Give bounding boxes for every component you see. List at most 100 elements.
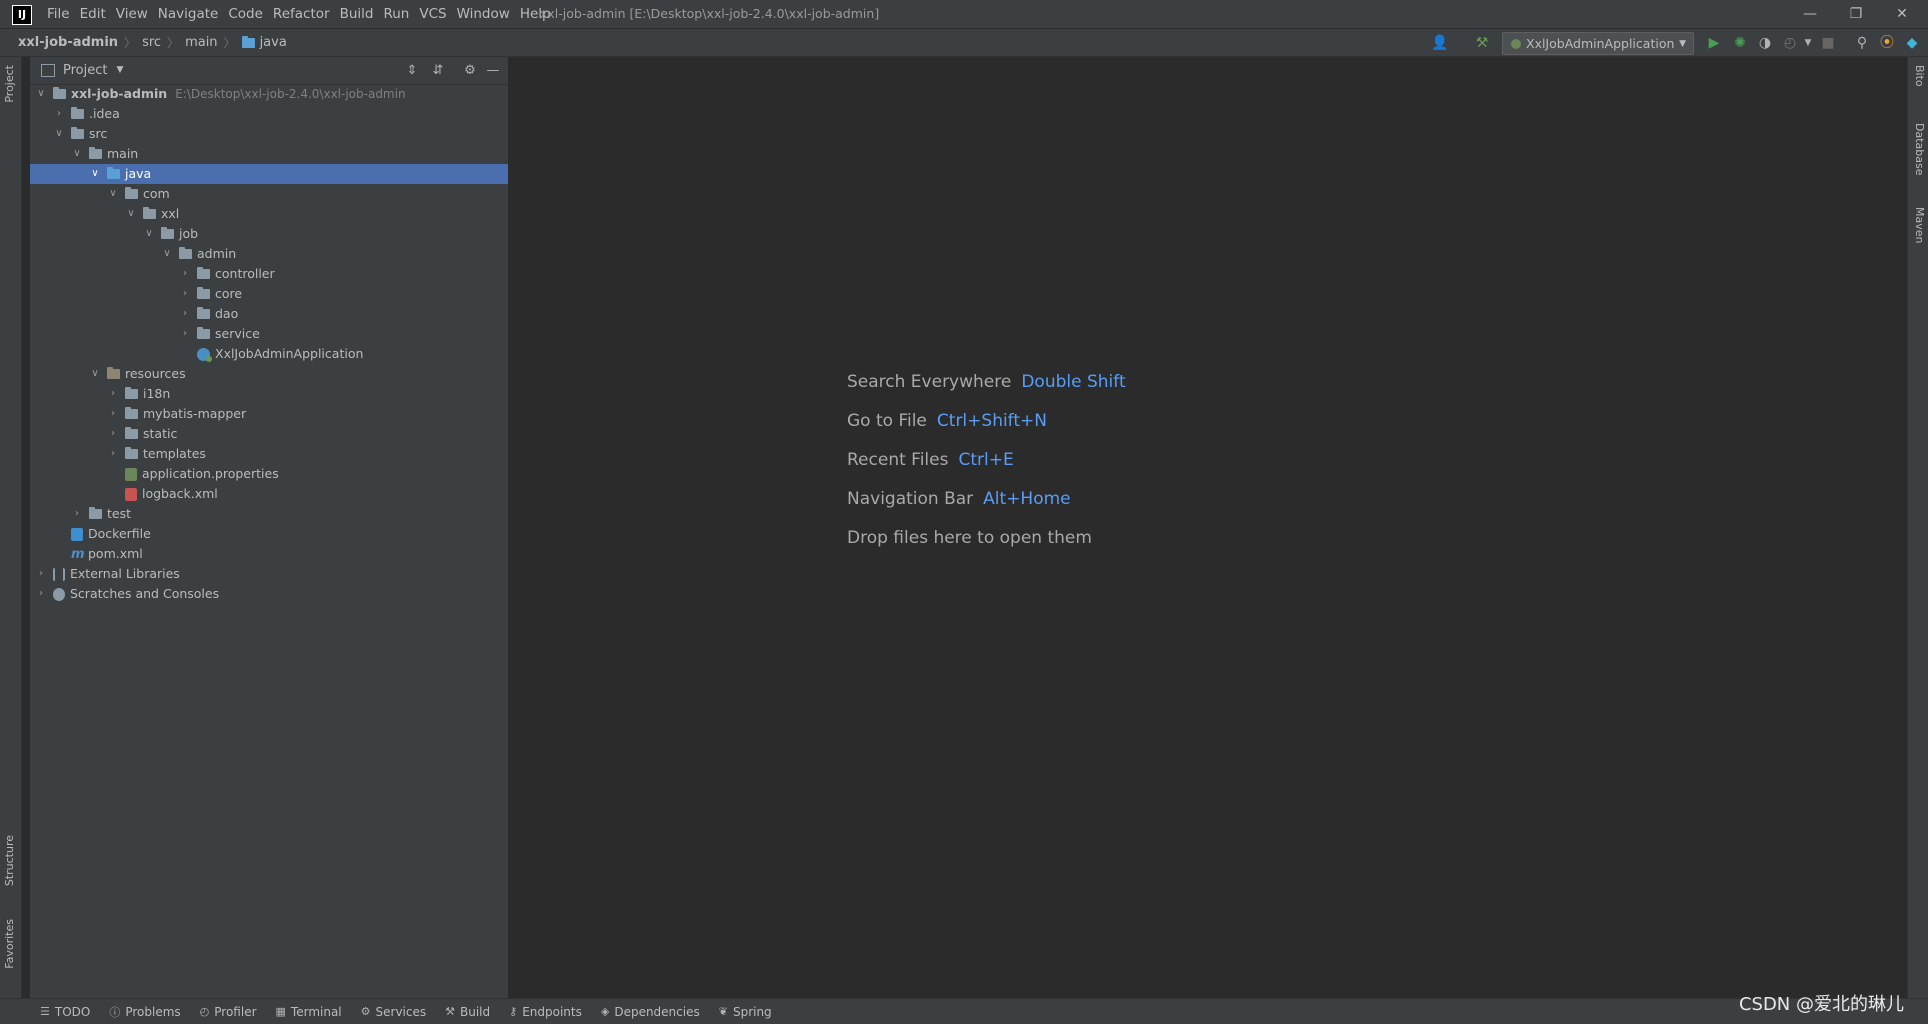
favorites-tool-window-tab[interactable]: Favorites: [3, 919, 16, 969]
chevron-right-icon[interactable]: ›: [107, 384, 119, 404]
breadcrumb-separator-icon: 〉: [223, 36, 236, 50]
tree-node-folder[interactable]: ∨ src: [30, 124, 508, 144]
chevron-down-icon[interactable]: ∨: [89, 364, 101, 384]
chevron-down-icon[interactable]: ∨: [161, 244, 173, 264]
project-view-selector[interactable]: Project ▼: [41, 57, 123, 84]
bito-tool-window-tab[interactable]: Bito: [1913, 65, 1926, 87]
tree-node-package[interactable]: › controller: [30, 264, 508, 284]
tree-node-source-root[interactable]: ∨ java: [30, 164, 508, 184]
chevron-down-icon[interactable]: ∨: [89, 164, 101, 184]
chevron-right-icon[interactable]: ›: [35, 584, 47, 604]
gear-icon[interactable]: ⚙: [460, 61, 480, 81]
tree-node-resources-root[interactable]: ∨ resources: [30, 364, 508, 384]
tree-node-module[interactable]: ∨ xxl-job-admin E:\Desktop\xxl-job-2.4.0…: [30, 84, 508, 104]
chevron-down-icon[interactable]: ∨: [71, 144, 83, 164]
stop-icon[interactable]: ■: [1818, 33, 1838, 53]
chevron-right-icon[interactable]: ›: [53, 104, 65, 124]
chevron-down-icon[interactable]: ∨: [35, 84, 47, 104]
search-icon[interactable]: ⚲: [1852, 33, 1872, 53]
run-icon[interactable]: ▶: [1704, 33, 1724, 53]
build-hammer-icon[interactable]: ⚒: [1472, 33, 1492, 53]
debug-bug-icon[interactable]: ✺: [1730, 33, 1750, 53]
minimize-button[interactable]: —: [1787, 0, 1833, 28]
tree-node-folder[interactable]: › static: [30, 424, 508, 444]
more-run-options-chevron-icon[interactable]: ▼: [1798, 33, 1818, 53]
collapse-all-icon[interactable]: ⇵: [428, 61, 448, 81]
todo-tab[interactable]: ☰ TODO: [30, 1005, 99, 1019]
breadcrumb-project[interactable]: xxl-job-admin: [18, 35, 118, 50]
chevron-down-icon[interactable]: ∨: [53, 124, 65, 144]
chevron-right-icon[interactable]: ›: [107, 404, 119, 424]
intellij-logo-icon[interactable]: IJ: [12, 5, 32, 25]
menu-refactor[interactable]: Refactor: [268, 6, 335, 22]
run-configuration-select[interactable]: XxlJobAdminApplication ▼: [1502, 32, 1694, 55]
menu-run[interactable]: Run: [378, 6, 414, 22]
breadcrumb-java[interactable]: java: [260, 35, 287, 50]
maven-tool-window-tab[interactable]: Maven: [1913, 207, 1926, 243]
menu-window[interactable]: Window: [452, 6, 515, 22]
run-with-coverage-icon[interactable]: ◑: [1755, 33, 1775, 53]
chevron-right-icon[interactable]: ›: [179, 264, 191, 284]
problems-tab[interactable]: ⓘ Problems: [99, 1004, 189, 1020]
tree-node-package[interactable]: ∨ xxl: [30, 204, 508, 224]
tree-node-package[interactable]: ∨ com: [30, 184, 508, 204]
tree-node-package[interactable]: › service: [30, 324, 508, 344]
build-tab[interactable]: ⚒ Build: [435, 1005, 499, 1019]
tree-node-file[interactable]: application.properties: [30, 464, 508, 484]
chevron-down-icon[interactable]: ∨: [143, 224, 155, 244]
tree-node-package[interactable]: › dao: [30, 304, 508, 324]
resources-folder-icon: [107, 367, 120, 379]
expand-all-icon[interactable]: ⇕: [402, 61, 422, 81]
tree-node-folder[interactable]: › i18n: [30, 384, 508, 404]
tree-node-folder[interactable]: › mybatis-mapper: [30, 404, 508, 424]
chevron-right-icon[interactable]: ›: [107, 424, 119, 444]
chevron-down-icon[interactable]: ∨: [107, 184, 119, 204]
close-window-button[interactable]: ✕: [1879, 0, 1925, 28]
chevron-down-icon[interactable]: ∨: [125, 204, 137, 224]
endpoints-tab[interactable]: ⚷ Endpoints: [499, 1005, 591, 1019]
tree-node-file[interactable]: Dockerfile: [30, 524, 508, 544]
hide-panel-icon[interactable]: —: [483, 61, 503, 81]
menu-code[interactable]: Code: [223, 6, 268, 22]
project-tool-window-tab[interactable]: Project: [3, 65, 16, 103]
tree-node-scratches[interactable]: › Scratches and Consoles: [30, 584, 508, 604]
breadcrumb-src[interactable]: src: [142, 35, 161, 50]
tree-node-package[interactable]: ∨ admin: [30, 244, 508, 264]
terminal-tab[interactable]: ▦ Terminal: [266, 1005, 351, 1019]
update-available-icon[interactable]: ⦿: [1877, 33, 1897, 53]
structure-tool-window-tab[interactable]: Structure: [3, 835, 16, 886]
chevron-right-icon[interactable]: ›: [107, 444, 119, 464]
breadcrumb-main[interactable]: main: [185, 35, 217, 50]
tree-node-external-libraries[interactable]: › External Libraries: [30, 564, 508, 584]
tree-node-file[interactable]: m pom.xml: [30, 544, 508, 564]
chevron-right-icon[interactable]: ›: [35, 564, 47, 584]
tree-node-folder[interactable]: › .idea: [30, 104, 508, 124]
tree-node-folder[interactable]: ∨ main: [30, 144, 508, 164]
dependencies-tab[interactable]: ◈ Dependencies: [591, 1005, 709, 1019]
profiler-icon[interactable]: ◴: [1780, 33, 1800, 53]
chevron-right-icon[interactable]: ›: [71, 504, 83, 524]
services-tab[interactable]: ⚙ Services: [351, 1005, 435, 1019]
tree-node-file[interactable]: logback.xml: [30, 484, 508, 504]
tree-node-package[interactable]: ∨ job: [30, 224, 508, 244]
chevron-right-icon[interactable]: ›: [179, 304, 191, 324]
tree-node-folder[interactable]: › test: [30, 504, 508, 524]
spring-tab[interactable]: ❦ Spring: [709, 1005, 781, 1019]
menu-view[interactable]: View: [111, 6, 153, 22]
menu-file[interactable]: File: [42, 6, 75, 22]
chevron-right-icon[interactable]: ›: [179, 284, 191, 304]
restore-button[interactable]: ❐: [1833, 0, 1879, 28]
tree-node-package[interactable]: › core: [30, 284, 508, 304]
tree-node-folder[interactable]: › templates: [30, 444, 508, 464]
menu-navigate[interactable]: Navigate: [153, 6, 224, 22]
user-icon[interactable]: 👤: [1430, 33, 1450, 53]
menu-vcs[interactable]: VCS: [414, 6, 451, 22]
menu-build[interactable]: Build: [335, 6, 379, 22]
profiler-tab[interactable]: ◴ Profiler: [190, 1005, 266, 1019]
menu-edit[interactable]: Edit: [75, 6, 111, 22]
database-tool-window-tab[interactable]: Database: [1913, 123, 1926, 176]
editor-area[interactable]: Search Everywhere Double Shift Go to File…: [509, 57, 1907, 998]
tree-node-java-class[interactable]: XxlJobAdminApplication: [30, 344, 508, 364]
chevron-right-icon[interactable]: ›: [179, 324, 191, 344]
code-with-me-icon[interactable]: ◆: [1902, 33, 1922, 53]
